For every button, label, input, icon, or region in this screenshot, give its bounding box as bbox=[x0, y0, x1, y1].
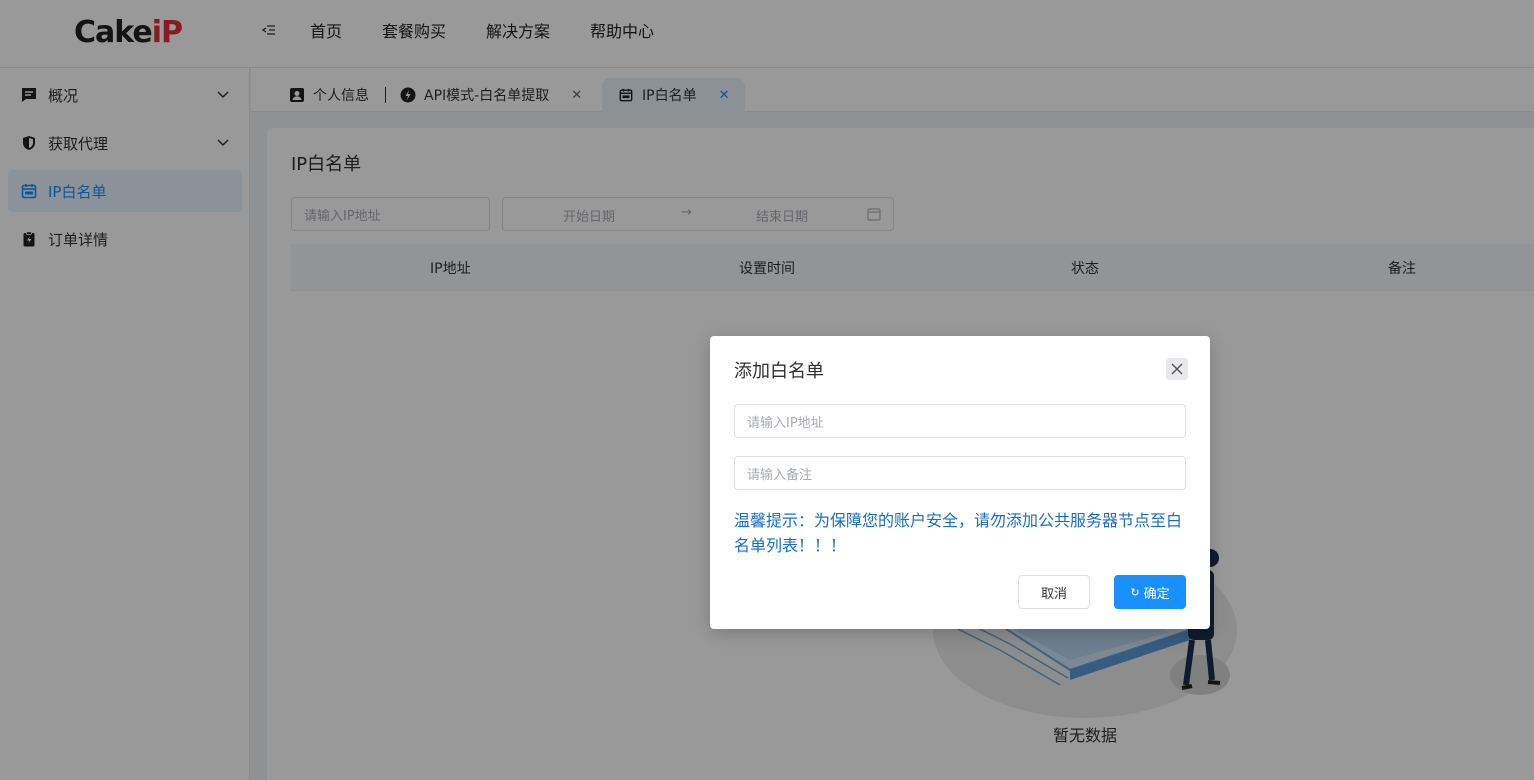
ip-address-input[interactable]: 请输入IP地址 bbox=[734, 404, 1186, 438]
ip-address-placeholder: 请输入IP地址 bbox=[747, 415, 824, 431]
confirm-button[interactable]: ↻ 确定 bbox=[1114, 575, 1186, 609]
add-whitelist-dialog: 添加白名单 请输入IP地址 请输入备注 温馨提示：为保障您的账户安全，请勿添加公… bbox=[710, 336, 1210, 629]
remark-placeholder: 请输入备注 bbox=[747, 467, 813, 483]
cancel-button[interactable]: 取消 bbox=[1018, 575, 1090, 609]
confirm-button-label: 确定 bbox=[1143, 586, 1170, 602]
dialog-title: 添加白名单 bbox=[734, 361, 824, 382]
refresh-icon: ↻ bbox=[1130, 585, 1140, 599]
cancel-button-label: 取消 bbox=[1040, 586, 1067, 602]
close-icon bbox=[1171, 363, 1183, 375]
dialog-close-button[interactable] bbox=[1166, 358, 1188, 380]
security-tip-text: 温馨提示：为保障您的账户安全，请勿添加公共服务器节点至白名单列表！！！ bbox=[734, 511, 1183, 555]
remark-input[interactable]: 请输入备注 bbox=[734, 456, 1186, 490]
